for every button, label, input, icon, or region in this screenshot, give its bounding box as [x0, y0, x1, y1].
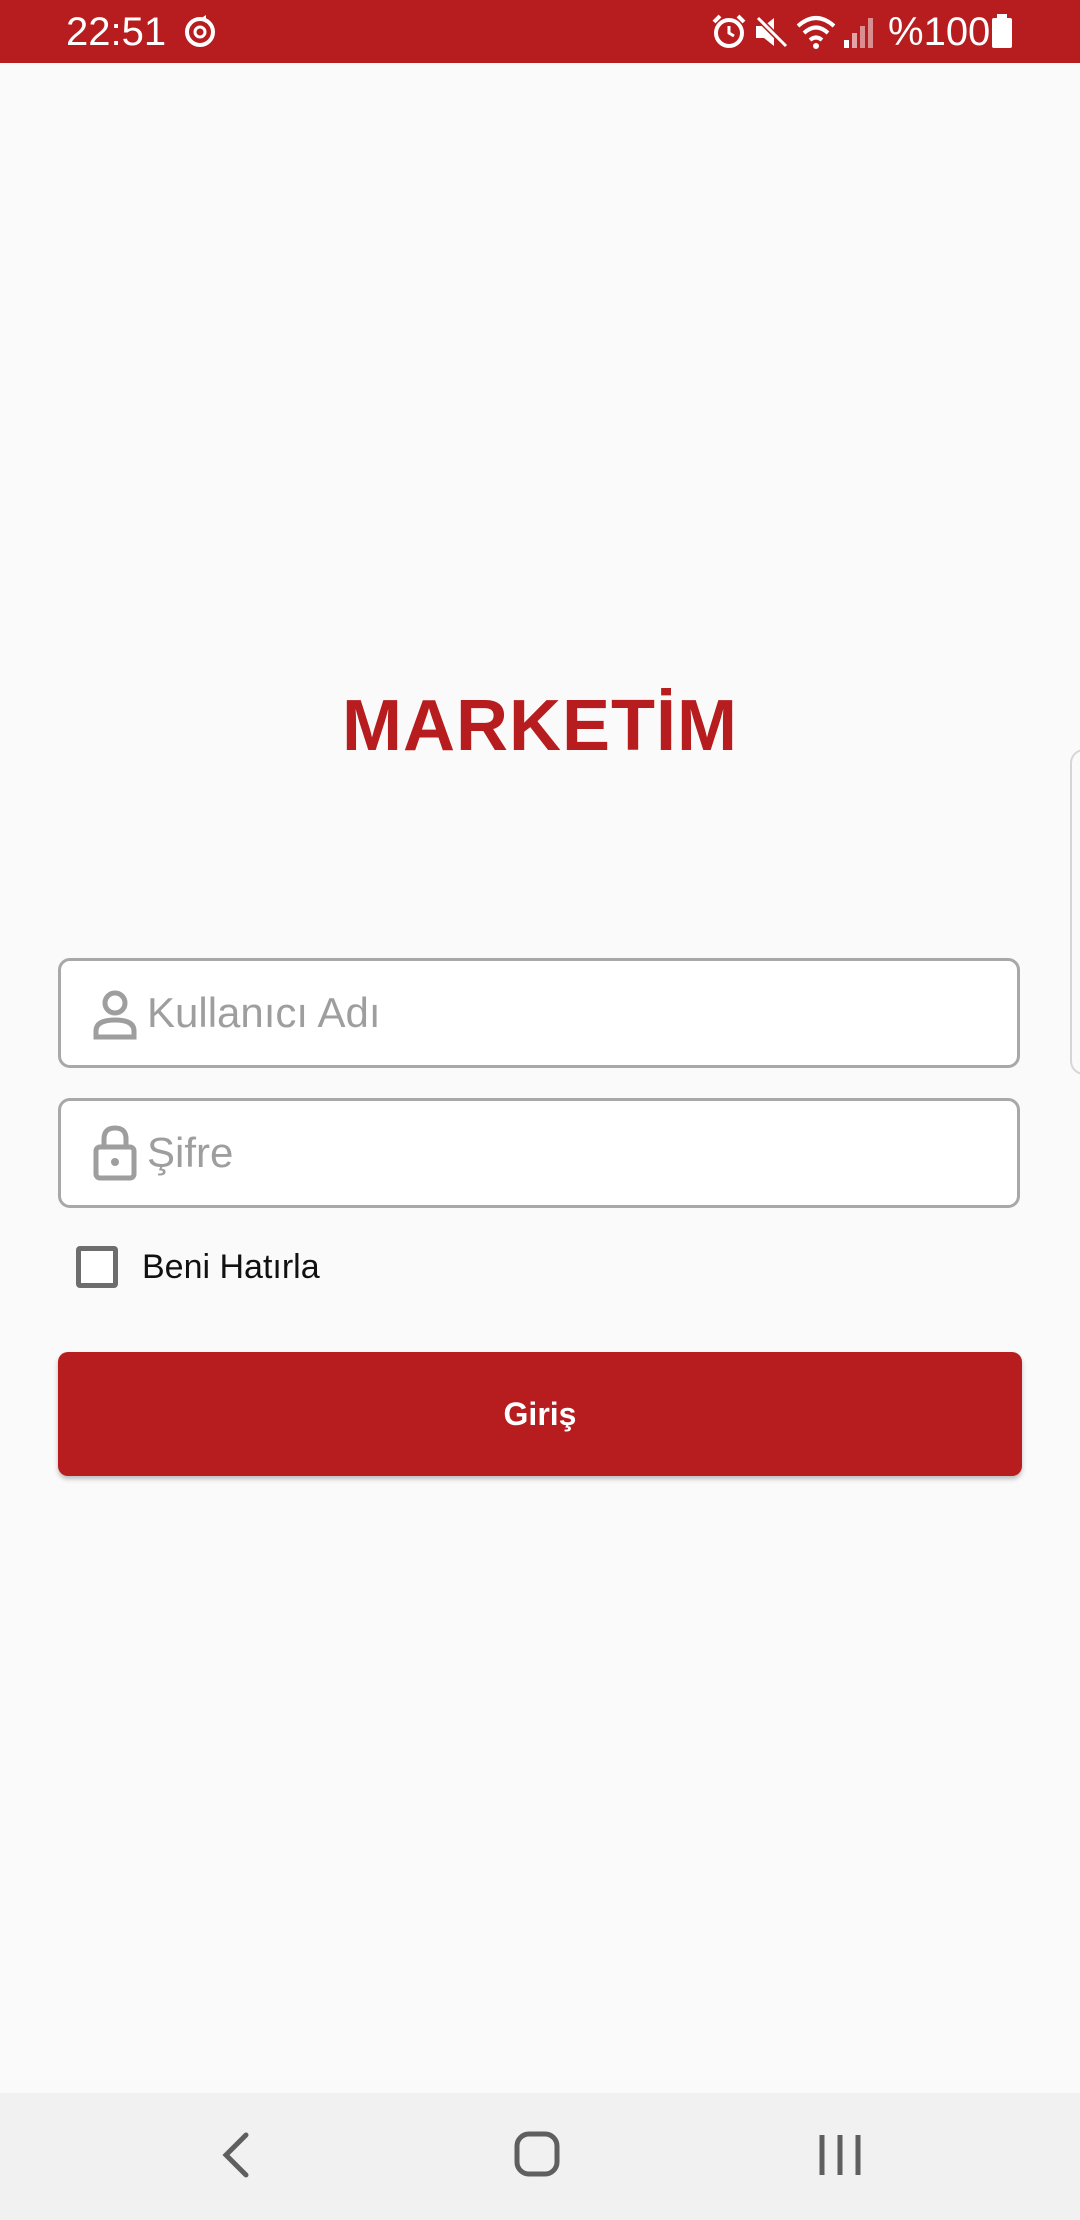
alarm-icon — [712, 14, 746, 48]
lock-icon — [93, 1125, 137, 1181]
login-screen: MARKETİM Beni Hatırla Giriş — [0, 63, 1080, 2093]
edge-panel-handle[interactable] — [1070, 749, 1080, 1075]
battery-percent: %100 — [888, 10, 991, 54]
password-field[interactable] — [58, 1098, 1020, 1208]
signal-icon — [844, 18, 873, 48]
remember-me-label[interactable]: Beni Hatırla — [142, 1248, 320, 1287]
mute-icon — [755, 15, 789, 49]
system-nav-bar — [0, 2093, 1080, 2220]
username-field[interactable] — [58, 958, 1020, 1068]
status-time: 22:51 — [66, 10, 167, 54]
wifi-icon — [796, 16, 836, 49]
remember-me-checkbox[interactable] — [76, 1246, 118, 1288]
battery-icon — [992, 14, 1012, 48]
status-bar: 22:51 %100 — [0, 0, 1080, 63]
home-icon[interactable] — [512, 2125, 562, 2185]
login-button[interactable]: Giriş — [58, 1352, 1022, 1476]
username-input[interactable] — [147, 961, 1007, 1065]
password-input[interactable] — [147, 1101, 1007, 1205]
recents-icon[interactable] — [816, 2125, 864, 2185]
app-title: MARKETİM — [342, 686, 738, 766]
back-icon[interactable] — [212, 2125, 260, 2185]
user-icon — [93, 990, 137, 1040]
sync-icon — [185, 15, 215, 47]
